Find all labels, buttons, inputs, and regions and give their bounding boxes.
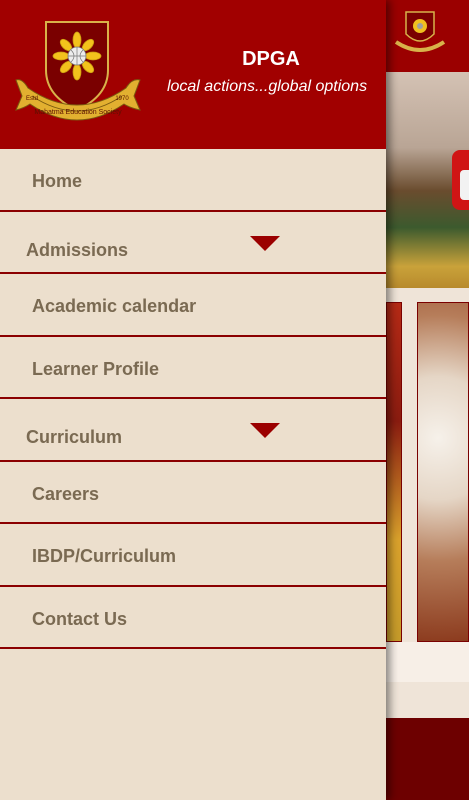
crest-ribbon-year: 1970 xyxy=(115,96,129,102)
menu-item-label: Curriculum xyxy=(26,427,123,447)
card-footer xyxy=(386,642,469,682)
caret-down-icon[interactable] xyxy=(250,235,280,251)
school-crest-logo: Mahatma Education Society Estd 1970 xyxy=(15,21,141,121)
menu-item-curriculum[interactable]: Curriculum xyxy=(0,399,386,462)
gallery-card[interactable] xyxy=(417,302,469,642)
menu-item-label: Careers xyxy=(32,483,100,504)
crest-ribbon-estd: Estd xyxy=(26,96,38,102)
gallery-card[interactable] xyxy=(386,302,402,642)
menu-item-label: Admissions xyxy=(26,239,129,260)
menu-item-careers[interactable]: Careers xyxy=(0,462,386,524)
menu-item-learner-profile[interactable]: Learner Profile xyxy=(0,337,386,399)
brand-title: DPGA xyxy=(242,48,300,70)
menu-item-label: Academic calendar xyxy=(32,296,197,316)
drawer-header: Mahatma Education Society Estd 1970 DPGA… xyxy=(0,0,386,149)
menu-item-admissions[interactable]: Admissions xyxy=(0,212,386,274)
menu-item-ibdp-curriculum[interactable]: IBDP/Curriculum xyxy=(0,524,386,587)
menu-item-academic-calendar[interactable]: Academic calendar xyxy=(0,274,386,337)
menu-item-label: Home xyxy=(32,171,83,191)
brand-tagline: local actions...global options xyxy=(166,78,368,95)
caret-down-icon[interactable] xyxy=(250,423,280,438)
menu-item-contact-us[interactable]: Contact Us xyxy=(0,587,386,649)
app-logo-icon xyxy=(394,11,446,52)
banner-photo-detail xyxy=(460,170,469,200)
menu-item-label: Learner Profile xyxy=(32,358,160,379)
menu-item-home[interactable]: Home xyxy=(0,149,386,212)
navigation-drawer[interactable]: Mahatma Education Society Estd 1970 DPGA… xyxy=(0,0,386,800)
crest-ribbon-text: Mahatma Education Society xyxy=(34,109,122,116)
app-footer xyxy=(386,718,469,800)
menu-item-label: Contact Us xyxy=(32,608,128,629)
drawer-menu: Home Admissions Academic calendar Learne… xyxy=(0,149,386,649)
menu-item-label: IBDP/Curriculum xyxy=(32,546,177,566)
